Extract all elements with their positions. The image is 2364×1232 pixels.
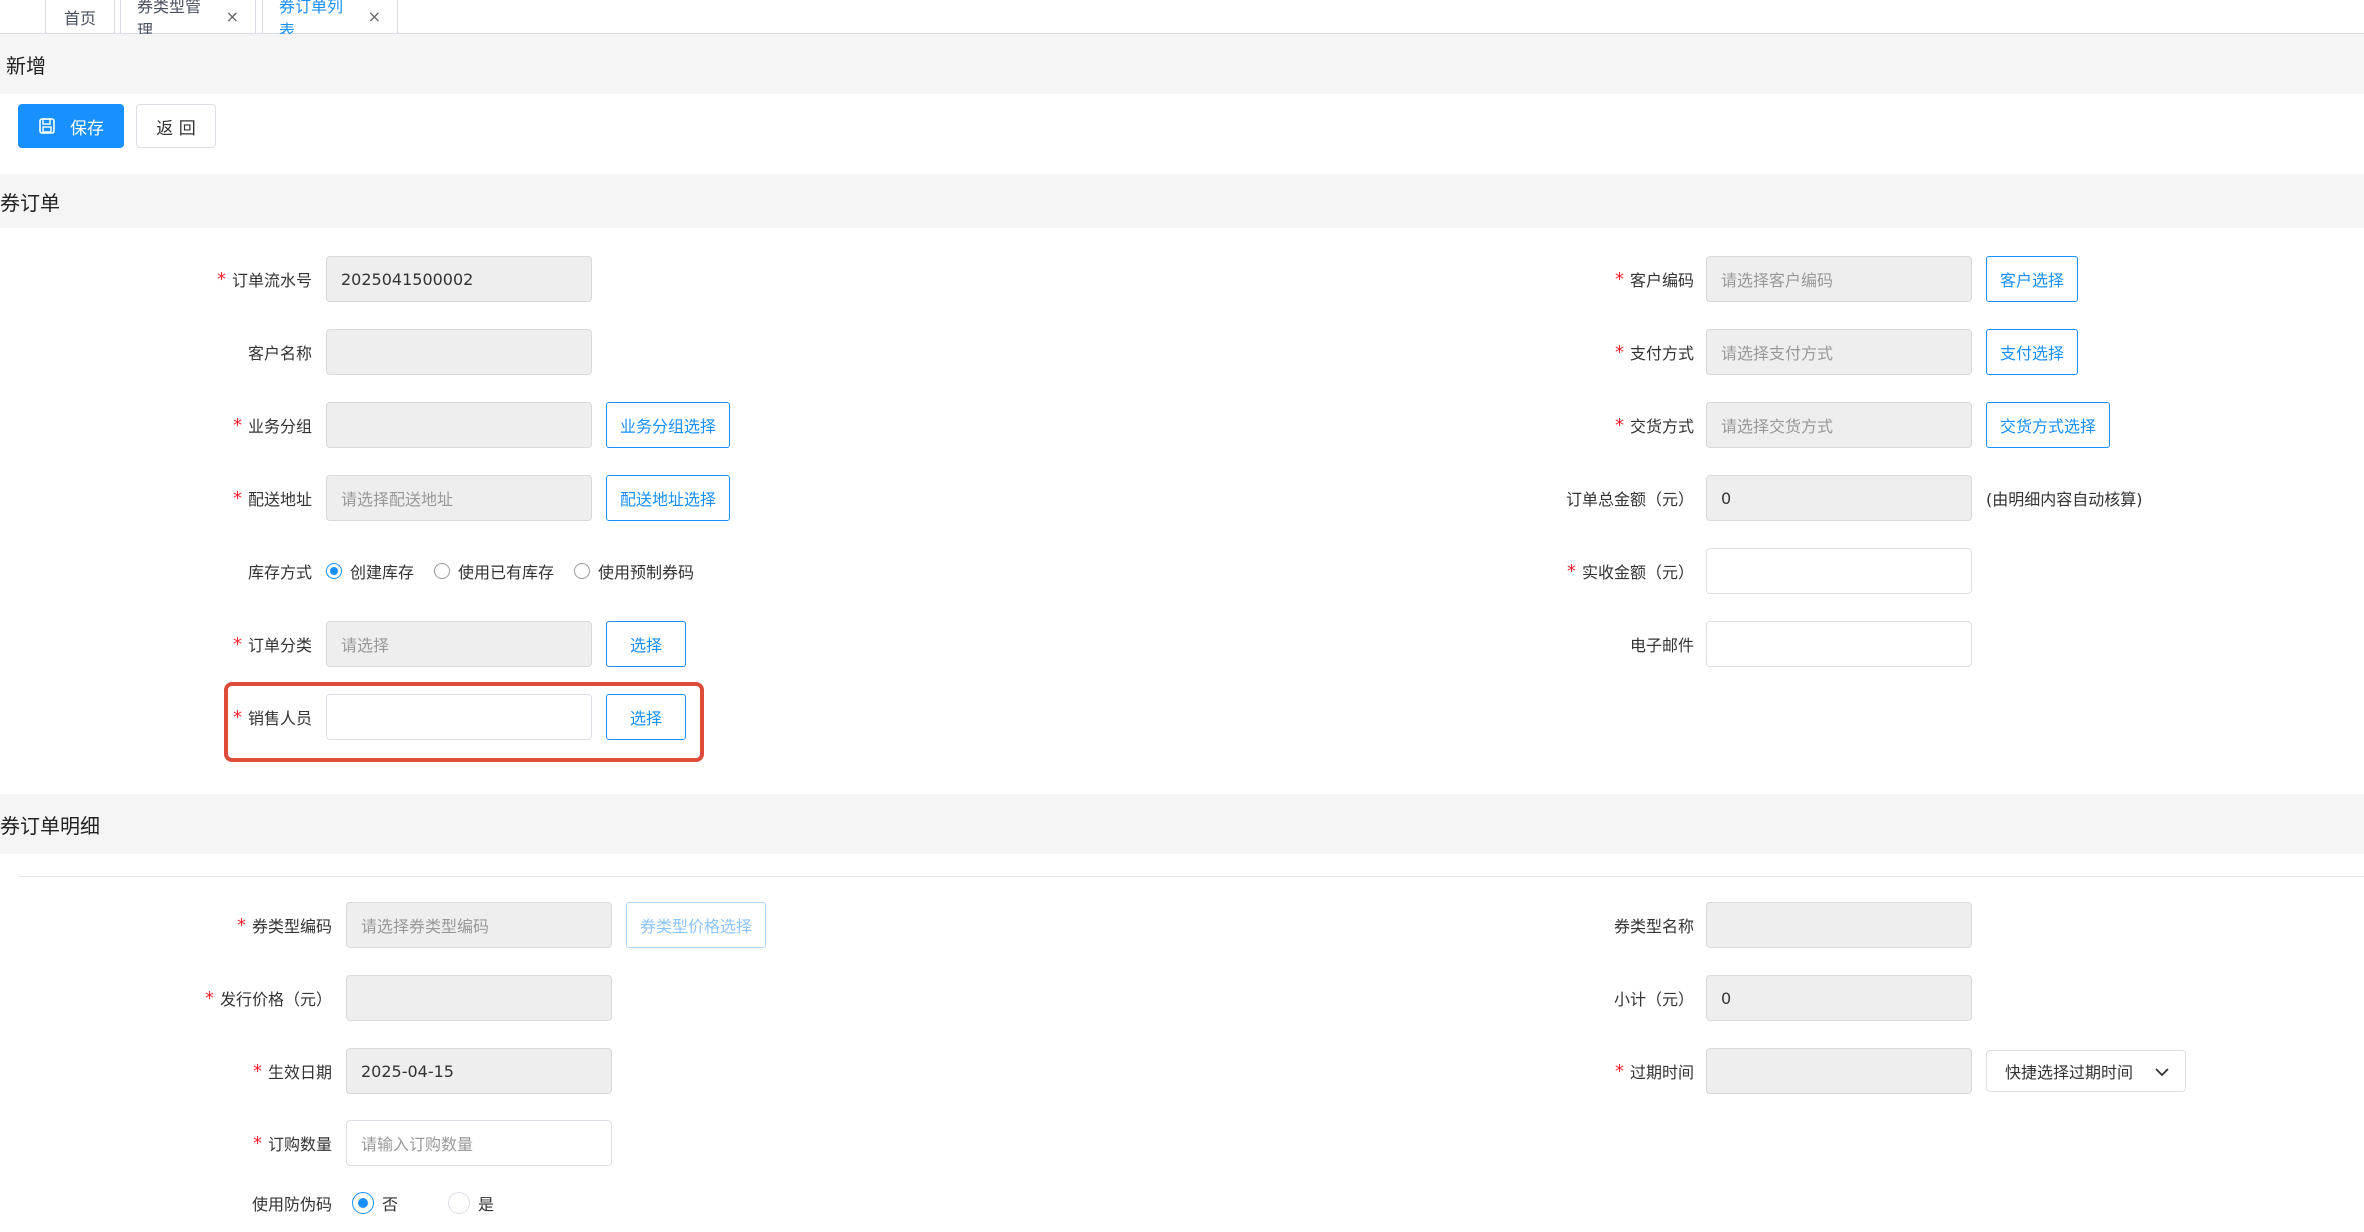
stock-option-prebuilt[interactable]: 使用预制券码 xyxy=(574,559,694,583)
save-icon xyxy=(39,118,55,134)
payment-input[interactable]: 请选择支付方式 xyxy=(1706,329,1972,375)
sales-highlight-box xyxy=(224,682,704,762)
close-icon[interactable]: × xyxy=(226,7,239,26)
group-input[interactable] xyxy=(326,402,592,448)
delivery-input[interactable]: 请选择交货方式 xyxy=(1706,402,1972,448)
qty-label: * 订购数量 xyxy=(252,1132,332,1155)
type-code-input[interactable]: 请选择券类型编码 xyxy=(346,902,612,948)
save-label: 保存 xyxy=(70,118,104,139)
customer-code-input[interactable]: 请选择客户编码 xyxy=(1706,256,1972,302)
tab-bar: 首页 券类型管理 × 券订单列表 × xyxy=(0,0,2364,40)
back-button[interactable]: 返 回 xyxy=(136,104,216,148)
stock-label: 库存方式 xyxy=(247,563,312,582)
detail-section-header: 券订单明细 xyxy=(0,794,2364,854)
price-label: * 发行价格（元） xyxy=(204,987,332,1010)
customer-select-button[interactable]: 客户选择 xyxy=(1986,256,2078,302)
order-section-title: 券订单 xyxy=(0,190,60,215)
type-name-label: 券类型名称 xyxy=(1613,917,1694,936)
customer-name-label: 客户名称 xyxy=(247,344,312,363)
radio-icon[interactable] xyxy=(574,563,591,579)
effective-input[interactable]: 2025-04-15 xyxy=(346,1048,612,1094)
email-input[interactable] xyxy=(1706,621,1972,667)
group-select-button[interactable]: 业务分组选择 xyxy=(606,402,730,448)
page-title: 新增 xyxy=(0,34,2364,94)
address-input[interactable]: 请选择配送地址 xyxy=(326,475,592,521)
price-input[interactable] xyxy=(346,975,612,1021)
stock-radio-group: 创建库存 使用已有库存 使用预制券码 xyxy=(326,548,714,594)
payment-select-button[interactable]: 支付选择 xyxy=(1986,329,2078,375)
delivery-label: * 交货方式 xyxy=(1614,414,1694,437)
expire-label: * 过期时间 xyxy=(1614,1060,1694,1083)
address-select-button[interactable]: 配送地址选择 xyxy=(606,475,730,521)
category-input[interactable]: 请选择 xyxy=(326,621,592,667)
group-label: * 业务分组 xyxy=(232,414,312,437)
close-icon[interactable]: × xyxy=(368,7,381,26)
chevron-down-icon xyxy=(2155,1068,2169,1077)
page-title-text: 新增 xyxy=(6,53,46,78)
subtotal-input[interactable]: 0 xyxy=(1706,975,1972,1021)
radio-checked-icon[interactable] xyxy=(352,1192,374,1214)
email-label: 电子邮件 xyxy=(1629,636,1694,655)
back-label: 返 回 xyxy=(156,118,196,139)
tab-coupon-type[interactable]: 券类型管理 × xyxy=(120,0,256,40)
order-section-header: 券订单 xyxy=(0,174,2364,228)
expire-input[interactable] xyxy=(1706,1048,1972,1094)
stock-option-create[interactable]: 创建库存 xyxy=(326,559,414,583)
tab-label: 首页 xyxy=(63,8,96,28)
type-name-input[interactable] xyxy=(1706,902,1972,948)
serial-label: * 订单流水号 xyxy=(216,268,312,291)
detail-section-title: 券订单明细 xyxy=(0,813,100,838)
total-input[interactable]: 0 xyxy=(1706,475,1972,521)
category-label: * 订单分类 xyxy=(232,633,312,656)
save-button[interactable]: 保存 xyxy=(18,104,124,148)
serial-input[interactable]: 2025041500002 xyxy=(326,256,592,302)
anti-fake-label: 使用防伪码 xyxy=(251,1195,332,1214)
expire-quick-select[interactable]: 快捷选择过期时间 xyxy=(1986,1050,2186,1092)
radio-icon[interactable] xyxy=(434,563,451,579)
total-label: 订单总金额（元） xyxy=(1565,490,1694,509)
total-hint: (由明细内容自动核算) xyxy=(1986,490,2143,509)
anti-fake-option-no[interactable]: 否 xyxy=(352,1191,398,1215)
type-code-label: * 券类型编码 xyxy=(236,914,332,937)
qty-input[interactable]: 请输入订购数量 xyxy=(346,1120,612,1166)
detail-form: * 券类型编码 请选择券类型编码 券类型价格选择 * 发行价格（元） * 生效日期 2… xyxy=(0,878,2364,1232)
tab-home[interactable]: 首页 xyxy=(45,0,115,34)
stock-option-existing[interactable]: 使用已有库存 xyxy=(434,559,554,583)
payment-label: * 支付方式 xyxy=(1614,341,1694,364)
radio-checked-icon[interactable] xyxy=(326,563,342,579)
subtotal-label: 小计（元） xyxy=(1613,990,1694,1009)
anti-fake-option-yes[interactable]: 是 xyxy=(448,1191,494,1215)
radio-icon[interactable] xyxy=(448,1192,471,1214)
anti-fake-radio-group: 否 是 xyxy=(352,1180,514,1226)
category-select-button[interactable]: 选择 xyxy=(606,621,686,667)
divider xyxy=(18,876,2364,877)
delivery-select-button[interactable]: 交货方式选择 xyxy=(1986,402,2110,448)
type-price-select-button[interactable]: 券类型价格选择 xyxy=(626,902,766,948)
address-label: * 配送地址 xyxy=(232,487,312,510)
customer-code-label: * 客户编码 xyxy=(1614,268,1694,291)
tab-coupon-order-list[interactable]: 券订单列表 × xyxy=(262,0,398,40)
received-label: * 实收金额（元） xyxy=(1566,560,1694,583)
customer-name-input[interactable] xyxy=(326,329,592,375)
expire-select-label: 快捷选择过期时间 xyxy=(2005,1063,2134,1082)
effective-label: * 生效日期 xyxy=(252,1060,332,1083)
toolbar: 保存 返 回 xyxy=(0,94,2364,174)
received-input[interactable] xyxy=(1706,548,1972,594)
